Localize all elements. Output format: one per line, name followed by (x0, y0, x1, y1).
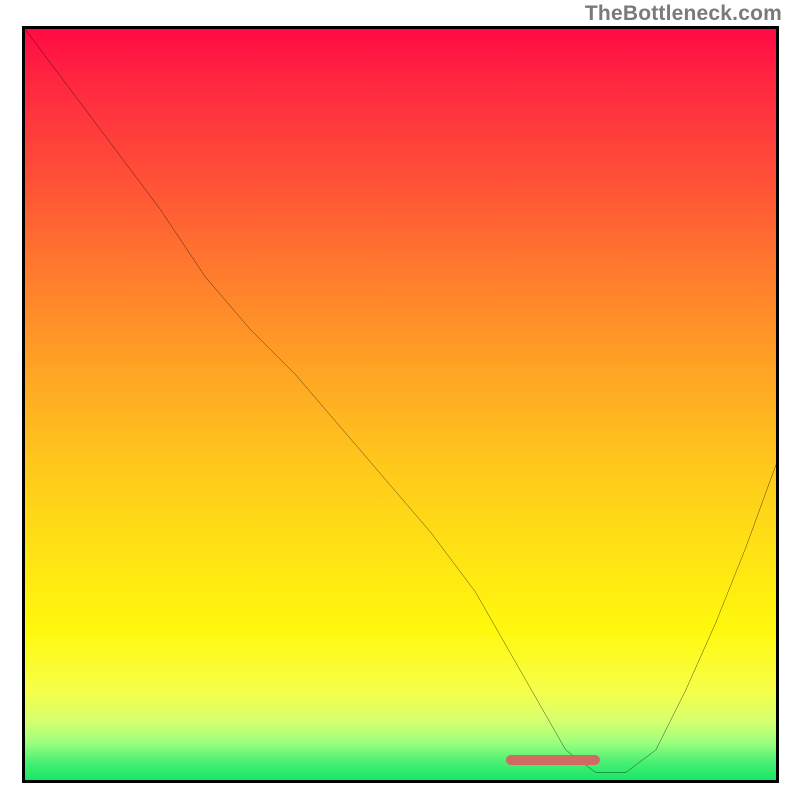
bottleneck-curve (25, 29, 776, 780)
watermark-text: TheBottleneck.com (585, 2, 782, 26)
chart-container: TheBottleneck.com (0, 0, 800, 800)
plot-frame (22, 26, 779, 783)
curve-path (25, 29, 776, 772)
optimal-range-marker (506, 755, 599, 765)
